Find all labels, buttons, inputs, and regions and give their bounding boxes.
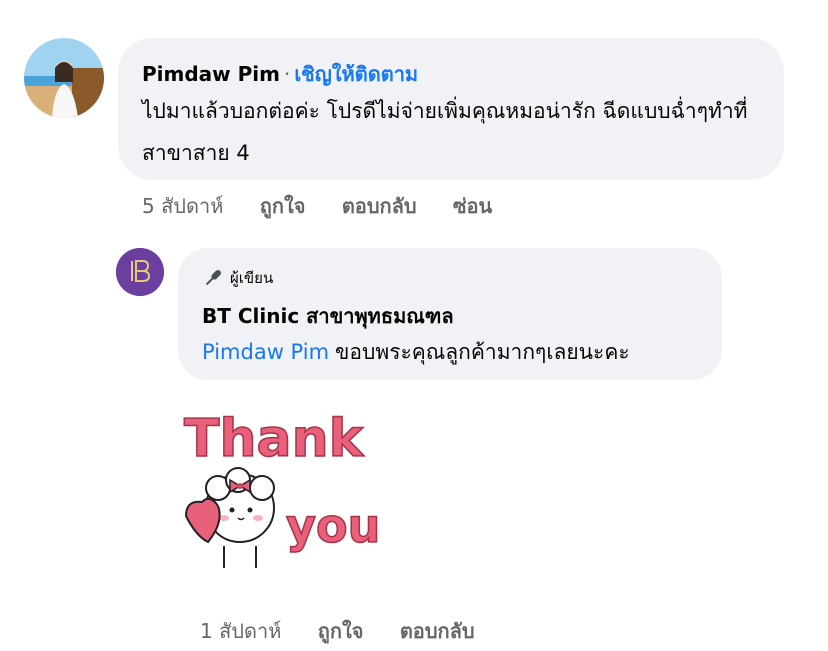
microphone-icon bbox=[205, 270, 221, 286]
reply-author[interactable]: BT Clinic สาขาพุทธมณฑล bbox=[202, 300, 454, 332]
avatar[interactable] bbox=[24, 38, 104, 118]
sticker-text-you: you bbox=[286, 499, 380, 553]
comment-actions: 5 สัปดาห์ ถูกใจ ตอบกลับ ซ่อน bbox=[142, 190, 522, 222]
reply-button[interactable]: ตอบกลับ bbox=[400, 619, 475, 643]
reply-text: ขอบพระคุณลูกค้ามากๆเลยนะคะ bbox=[335, 340, 630, 364]
bt-clinic-logo-icon bbox=[116, 248, 164, 296]
like-button[interactable]: ถูกใจ bbox=[260, 194, 306, 218]
author-badge-label: ผู้เขียน bbox=[230, 269, 274, 287]
bunny-character-icon bbox=[184, 467, 275, 568]
reply-bubble: ผู้เขียน BT Clinic สาขาพุทธมณฑล Pimdaw P… bbox=[178, 248, 722, 380]
reply-text-line: Pimdaw Pim ขอบพระคุณลูกค้ามากๆเลยนะคะ bbox=[202, 336, 630, 369]
sticker-text-thank: Thank bbox=[184, 409, 365, 469]
reply-actions: 1 สัปดาห์ ถูกใจ ตอบกลับ bbox=[200, 615, 505, 647]
comment-header: Pimdaw Pim · เชิญให้ติดตาม bbox=[142, 58, 418, 90]
comment-author[interactable]: Pimdaw Pim bbox=[142, 62, 280, 86]
comment-timestamp[interactable]: 5 สัปดาห์ bbox=[142, 194, 223, 218]
follow-link[interactable]: เชิญให้ติดตาม bbox=[294, 62, 418, 86]
like-button[interactable]: ถูกใจ bbox=[318, 619, 364, 643]
comment-text: ไปมาแล้วบอกต่อค่ะ โปรดีไม่จ่ายเพิ่มคุณหม… bbox=[142, 99, 748, 165]
reply-timestamp[interactable]: 1 สัปดาห์ bbox=[200, 619, 281, 643]
thank-you-sticker[interactable]: Thank you bbox=[178, 396, 398, 586]
comment-bubble: Pimdaw Pim · เชิญให้ติดตาม ไปมาแล้วบอกต่อค… bbox=[118, 38, 784, 180]
hide-button[interactable]: ซ่อน bbox=[453, 194, 492, 218]
mention-link[interactable]: Pimdaw Pim bbox=[202, 340, 329, 364]
page-avatar[interactable] bbox=[116, 248, 164, 296]
author-badge: ผู้เขียน bbox=[202, 266, 273, 290]
separator-dot: · bbox=[283, 62, 291, 86]
reply-button[interactable]: ตอบกลับ bbox=[342, 194, 417, 218]
